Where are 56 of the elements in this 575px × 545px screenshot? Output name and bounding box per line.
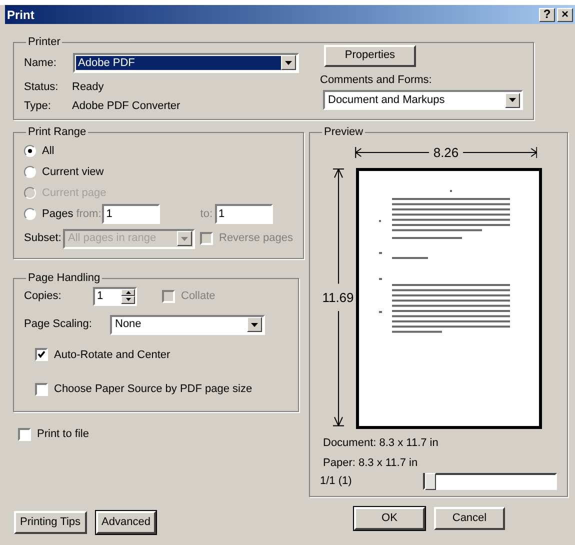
radio-label: All [42,144,54,159]
help-button[interactable]: ? [539,8,555,22]
checkbox[interactable] [35,348,48,362]
field-label: Subset: [24,231,62,246]
field-label: Type: [24,99,52,114]
window-title: Print [7,6,34,24]
dialog-button[interactable]: Cancel [434,507,505,530]
radio-label: Current view [42,164,104,180]
group-label: Preview [323,125,364,140]
field-label: Page Scaling: [24,317,93,332]
dialog-button[interactable]: OK [354,507,425,530]
radio-button[interactable] [24,145,36,157]
radio-label: Pages [42,206,74,222]
check-icon [38,351,45,358]
width-dimension: 8.26 [432,144,460,162]
checkbox-label: Print to file [37,427,89,442]
dialog-button[interactable]: Advanced [96,510,156,534]
checkbox-label: Choose Paper Source by PDF page size [54,382,252,397]
paper-size: Paper: 8.3 x 11.7 in [323,456,419,470]
printer-dropdown[interactable]: Adobe PDF [73,52,299,72]
radio-button[interactable] [24,166,36,178]
comments-dropdown[interactable]: Document and Markups [323,90,523,110]
checkbox-label: Collate [181,288,216,304]
document-size: Document: 8.3 x 11.7 in [323,436,440,451]
copies-spinner[interactable]: 1 [93,286,137,306]
group-label: Printer [27,35,62,50]
page-from-field[interactable]: 1 [102,204,160,224]
field-label: Copies: [24,288,62,304]
width-arrow-icon [462,146,537,158]
field-label: from: [76,206,102,222]
field-label: Name: [24,56,58,72]
field-label: to: [200,206,212,222]
page-to-field[interactable]: 1 [214,204,272,224]
group-label: Page Handling [27,271,102,286]
width-arrow-icon [355,146,430,158]
height-arrow-icon [332,168,344,284]
checkbox[interactable] [18,428,31,441]
group-label: Print Range [27,125,88,140]
dialog-button[interactable]: Printing Tips [14,510,87,534]
height-arrow-icon [332,311,344,427]
checkbox-label: Reverse pages [219,231,293,246]
field-label: Status: [24,80,60,94]
spin-up-icon[interactable] [121,288,135,296]
height-dimension: 11.69 [322,288,354,307]
type-value: Adobe PDF Converter [72,99,180,114]
slider-thumb[interactable] [425,473,436,490]
radio-button[interactable] [24,208,36,220]
status-value: Ready [72,80,104,94]
field-label: Comments and Forms: [320,72,433,88]
page-scaling-dropdown[interactable]: None [110,314,265,334]
page-counter: 1/1 (1) [320,474,353,490]
checkbox[interactable] [35,382,48,396]
close-button[interactable]: × [557,8,573,22]
page-slider[interactable] [423,473,557,490]
checkbox-label: Auto-Rotate and Center [54,348,170,362]
properties-button[interactable]: Properties [324,44,416,66]
